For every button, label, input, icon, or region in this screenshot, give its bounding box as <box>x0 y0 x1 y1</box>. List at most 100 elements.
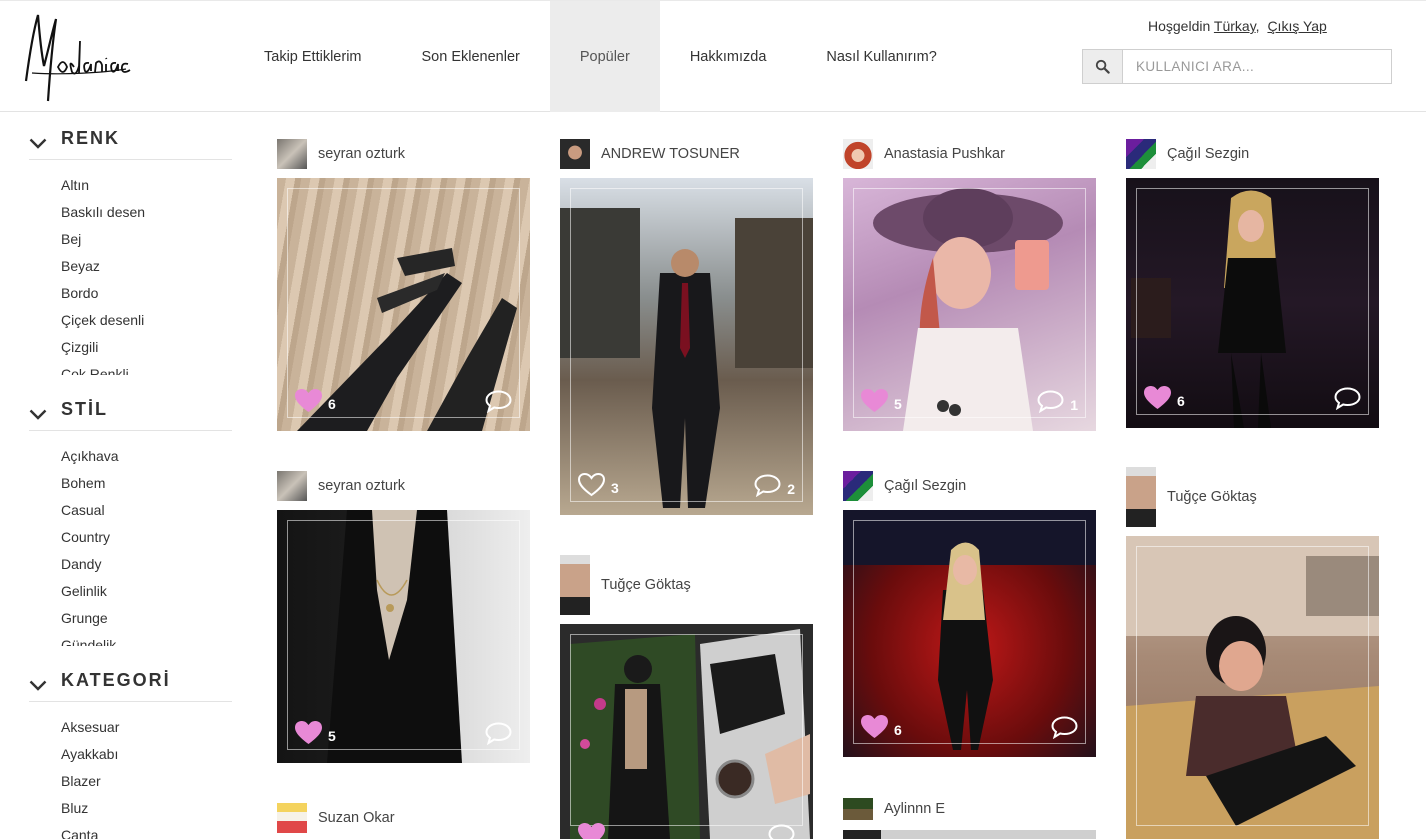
filter-option[interactable]: Bluz <box>29 795 232 822</box>
post-author[interactable]: Çağıl Sezgin <box>843 470 1096 502</box>
filter-option[interactable]: Country <box>29 524 232 551</box>
filter-style-header[interactable]: STİL <box>29 383 232 431</box>
filter-option[interactable]: Gelinlik <box>29 578 232 605</box>
avatar[interactable] <box>843 798 873 820</box>
filter-option[interactable]: Altın <box>29 172 232 199</box>
filter-option[interactable]: Casual <box>29 497 232 524</box>
author-name[interactable]: Anastasia Pushkar <box>884 146 1005 162</box>
post-card: seyran ozturk 6 <box>277 138 530 431</box>
post-photo[interactable]: 6 <box>1126 178 1379 428</box>
like-button[interactable]: 5 <box>295 721 336 745</box>
avatar[interactable] <box>277 803 307 833</box>
like-button[interactable]: 6 <box>861 715 902 739</box>
filter-option[interactable]: Beyaz <box>29 253 232 280</box>
avatar[interactable] <box>1126 467 1156 527</box>
filter-option[interactable]: Bohem <box>29 470 232 497</box>
avatar[interactable] <box>843 139 873 169</box>
filter-color-list[interactable]: Altın Baskılı desen Bej Beyaz Bordo Çiçe… <box>29 160 232 375</box>
avatar[interactable] <box>560 555 590 615</box>
author-name[interactable]: Tuğçe Göktaş <box>1167 489 1257 505</box>
filter-option[interactable]: Bordo <box>29 280 232 307</box>
post-author[interactable]: Aylinnn E <box>843 793 1096 825</box>
post-card: Aylinnn E <box>843 793 1096 839</box>
avatar[interactable] <box>277 139 307 169</box>
filter-option[interactable]: Blazer <box>29 768 232 795</box>
post-photo[interactable]: 5 <box>277 510 530 763</box>
comment-button[interactable] <box>1051 716 1078 739</box>
post-photo[interactable]: 5 1 <box>843 178 1096 431</box>
avatar[interactable] <box>1126 139 1156 169</box>
author-name[interactable]: Aylinnn E <box>884 801 945 817</box>
like-button[interactable] <box>578 823 605 839</box>
post-author[interactable]: Anastasia Pushkar <box>843 138 1096 170</box>
nav-how-to-use[interactable]: Nasıl Kullanırım? <box>796 1 966 112</box>
like-button[interactable]: 3 <box>578 473 619 497</box>
filter-option[interactable]: Aksesuar <box>29 714 232 741</box>
profile-link[interactable]: Türkay <box>1214 18 1256 34</box>
author-name[interactable]: seyran ozturk <box>318 478 405 494</box>
filter-option[interactable]: Baskılı desen <box>29 199 232 226</box>
filter-color-header[interactable]: RENK <box>29 112 232 160</box>
author-name[interactable]: Tuğçe Göktaş <box>601 577 691 593</box>
filter-category-header[interactable]: KATEGORİ <box>29 654 232 702</box>
comment-button[interactable] <box>1334 387 1361 410</box>
post-author[interactable]: Suzan Okar <box>277 802 530 834</box>
filter-option[interactable]: Dandy <box>29 551 232 578</box>
post-card: seyran ozturk 5 <box>277 470 530 763</box>
post-author[interactable]: Tuğçe Göktaş <box>560 555 813 615</box>
heart-filled-icon <box>295 389 322 412</box>
modaniac-logo[interactable] <box>22 11 132 103</box>
filter-option[interactable]: Çanta <box>29 822 232 839</box>
filter-option[interactable]: Çok Renkli <box>29 361 232 375</box>
comment-icon <box>485 390 512 413</box>
like-button[interactable]: 6 <box>1144 386 1185 410</box>
filter-option[interactable]: Açıkhava <box>29 443 232 470</box>
filter-option[interactable]: Bej <box>29 226 232 253</box>
post-author[interactable]: ANDREW TOSUNER <box>560 138 813 170</box>
author-name[interactable]: ANDREW TOSUNER <box>601 146 740 162</box>
nav-about[interactable]: Hakkımızda <box>660 1 797 112</box>
post-author[interactable]: seyran ozturk <box>277 470 530 502</box>
comment-button[interactable] <box>768 824 795 839</box>
author-name[interactable]: seyran ozturk <box>318 146 405 162</box>
filter-option[interactable]: Ayakkabı <box>29 741 232 768</box>
avatar[interactable] <box>277 471 307 501</box>
comment-button[interactable]: 1 <box>1037 390 1078 413</box>
post-author[interactable]: Tuğçe Göktaş <box>1126 467 1379 527</box>
logout-link[interactable]: Çıkış Yap <box>1267 18 1326 34</box>
comment-button[interactable]: 2 <box>754 474 795 497</box>
filter-option[interactable]: Gündelik <box>29 632 232 646</box>
filter-category: KATEGORİ Aksesuar Ayakkabı Blazer Bluz Ç… <box>29 654 232 839</box>
avatar[interactable] <box>843 471 873 501</box>
heart-filled-icon <box>295 721 322 744</box>
nav-popular[interactable]: Popüler <box>549 1 660 112</box>
author-name[interactable]: Çağıl Sezgin <box>1167 146 1249 162</box>
post-card: Tuğçe Göktaş <box>560 555 813 839</box>
author-name[interactable]: Çağıl Sezgin <box>884 478 966 494</box>
post-photo[interactable]: 6 <box>843 510 1096 757</box>
author-name[interactable]: Suzan Okar <box>318 810 395 826</box>
post-photo[interactable] <box>843 830 1096 839</box>
post-author[interactable]: Çağıl Sezgin <box>1126 138 1379 170</box>
like-button[interactable]: 5 <box>861 389 902 413</box>
comment-button[interactable] <box>485 390 512 413</box>
filter-style-list[interactable]: Açıkhava Bohem Casual Country Dandy Geli… <box>29 431 232 646</box>
heart-filled-icon <box>861 389 888 412</box>
avatar[interactable] <box>560 139 590 169</box>
post-photo[interactable]: 3 2 <box>560 178 813 515</box>
nav-latest[interactable]: Son Eklenenler <box>392 1 550 112</box>
comment-button[interactable] <box>485 722 512 745</box>
search-input[interactable] <box>1123 50 1391 83</box>
filter-option[interactable]: Grunge <box>29 605 232 632</box>
nav-following[interactable]: Takip Ettiklerim <box>234 1 392 112</box>
like-button[interactable]: 6 <box>295 389 336 413</box>
filter-category-list[interactable]: Aksesuar Ayakkabı Blazer Bluz Çanta <box>29 702 232 839</box>
post-photo[interactable]: 6 <box>277 178 530 431</box>
post-author[interactable]: seyran ozturk <box>277 138 530 170</box>
filter-option[interactable]: Çiçek desenli <box>29 307 232 334</box>
comment-icon <box>1037 390 1064 413</box>
search-button[interactable] <box>1083 50 1123 83</box>
post-photo[interactable] <box>1126 536 1379 839</box>
filter-option[interactable]: Çizgili <box>29 334 232 361</box>
post-photo[interactable] <box>560 624 813 839</box>
